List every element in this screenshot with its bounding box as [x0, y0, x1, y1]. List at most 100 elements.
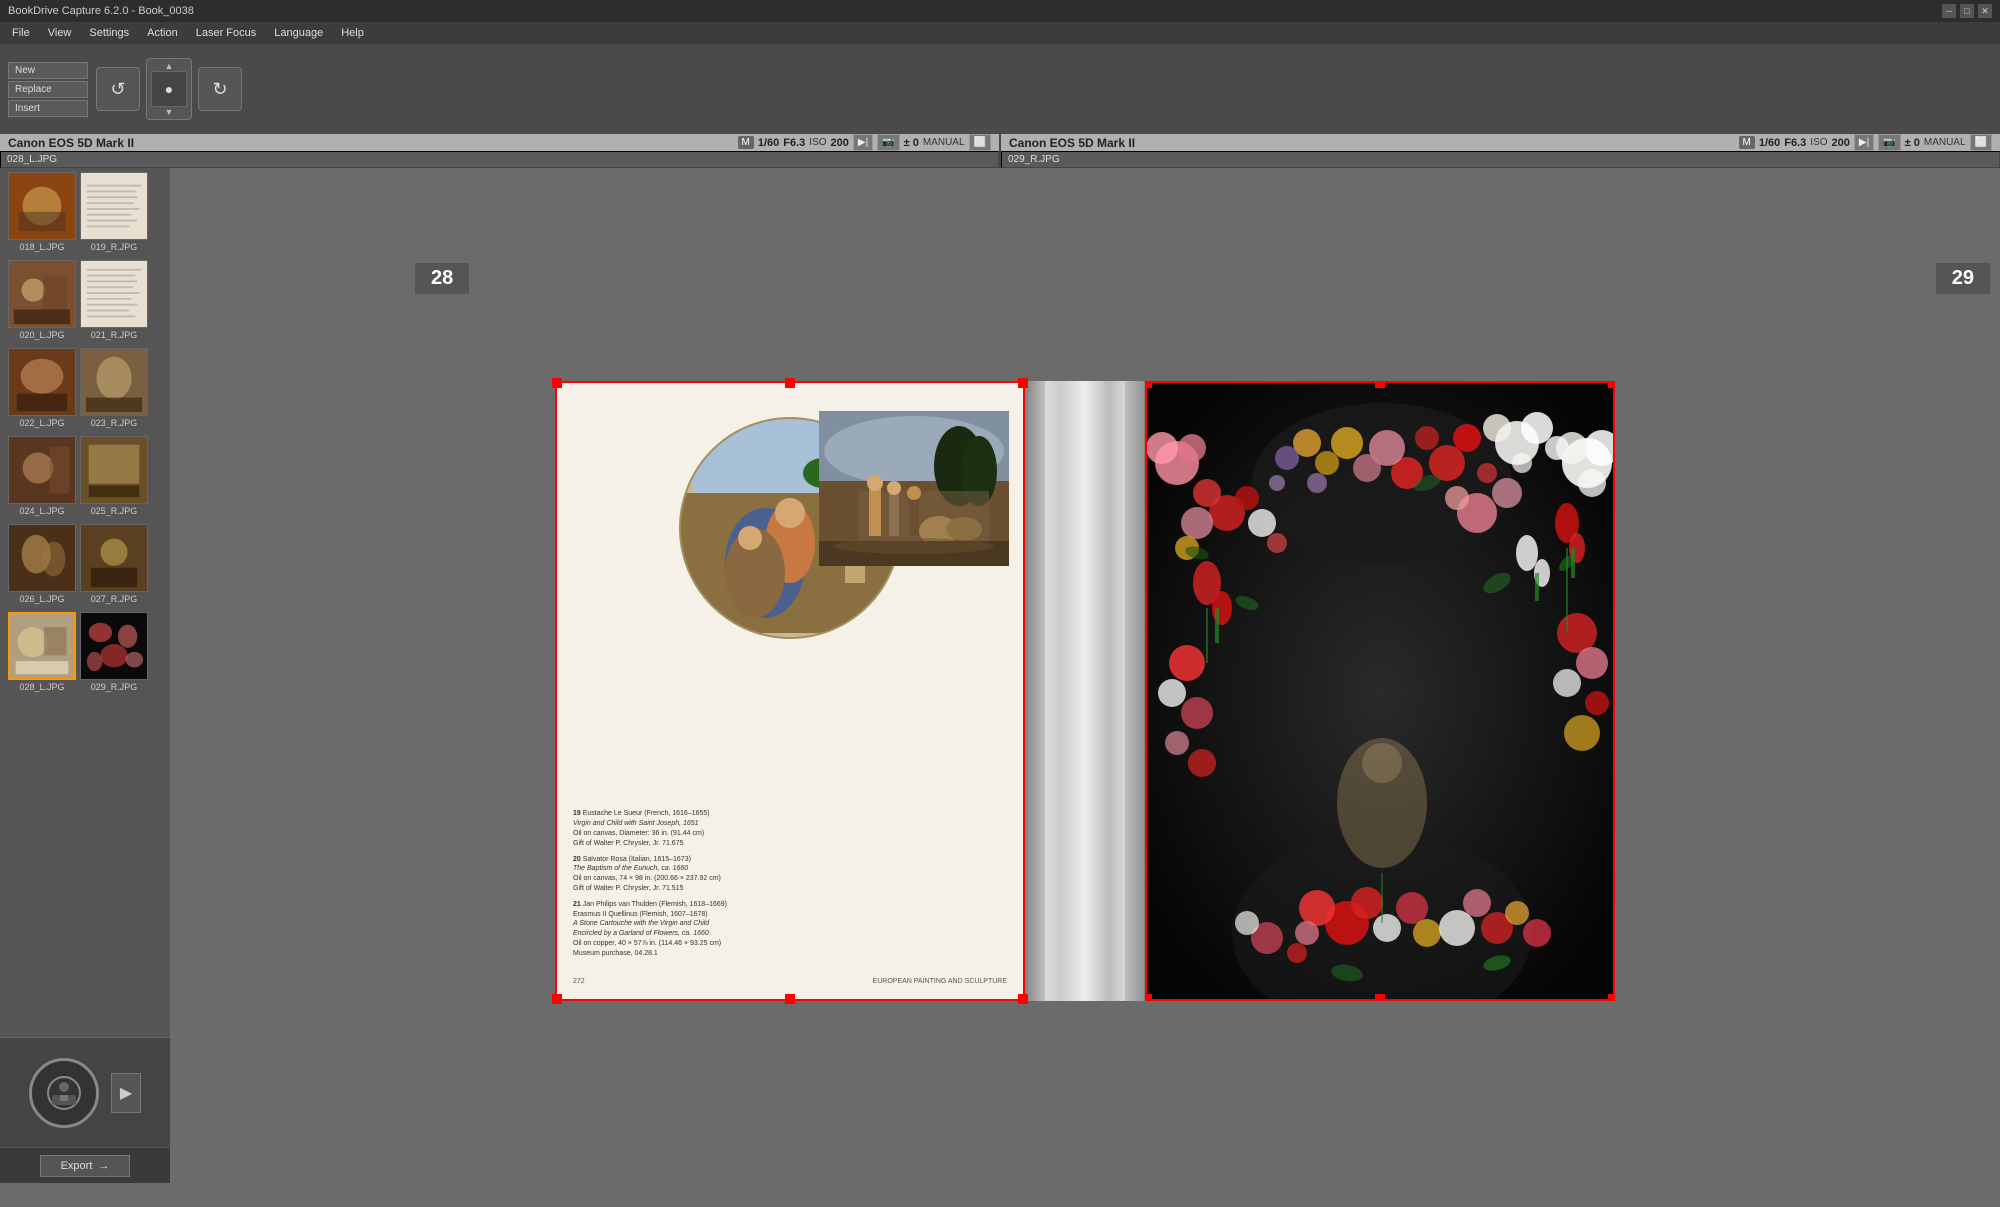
camera-right-shutter: 1/60	[1759, 137, 1780, 149]
camera-right-capture-btn[interactable]: 📷	[1878, 134, 1900, 151]
camera-right-video-btn[interactable]: ▶|	[1854, 134, 1874, 151]
camera-right-manual: MANUAL	[1924, 137, 1966, 148]
insert-button[interactable]: Insert	[8, 100, 88, 117]
thumb-label-028L: 028_L.JPG	[19, 682, 64, 692]
thumb-label-022L: 022_L.JPG	[19, 418, 64, 428]
corner-handle-br[interactable]	[1018, 994, 1028, 1004]
minimize-button[interactable]: ─	[1942, 4, 1956, 18]
menu-file[interactable]: File	[4, 25, 38, 41]
title-bar: BookDrive Capture 6.2.0 - Book_0038 ─ □ …	[0, 0, 2000, 22]
menu-laser-focus[interactable]: Laser Focus	[188, 25, 265, 41]
thumb-018L[interactable]: 018_L.JPG	[8, 172, 76, 252]
camera-left-header: Canon EOS 5D Mark II M 1/60 F6.3 ISO 200…	[0, 134, 999, 151]
thumbnail-scroll[interactable]: 018_L.JPG	[0, 168, 170, 1037]
new-button[interactable]: New	[8, 62, 88, 79]
thumb-019R[interactable]: 019_R.JPG	[80, 172, 148, 252]
menu-action[interactable]: Action	[139, 25, 186, 41]
thumb-row-4: 024_L.JPG 025_R.JPG	[0, 432, 170, 520]
camera-left-settings-btn[interactable]: ⬜	[969, 134, 991, 151]
cameras-row: Canon EOS 5D Mark II M 1/60 F6.3 ISO 200…	[0, 134, 2000, 168]
capture-adjust: ▲ ● ▼	[146, 58, 192, 120]
sidebar-bottom-controls: ▶	[0, 1037, 170, 1147]
thumb-img-028L	[8, 612, 76, 680]
toolbar: New Replace Insert ↺ ▲ ● ▼ ↻	[0, 44, 2000, 134]
toolbar-actions: New Replace Insert	[8, 62, 88, 117]
left-page-content: 19 Eustache Le Sueur (French, 1616–1655)…	[557, 383, 1023, 669]
camera-right-section: Canon EOS 5D Mark II M 1/60 F6.3 ISO 200…	[1001, 134, 2000, 168]
camera-left-shutter: 1/60	[758, 137, 779, 149]
thumb-label-023R: 023_R.JPG	[91, 418, 138, 428]
corner-handle-bl[interactable]	[552, 994, 562, 1004]
caption-area: 19 Eustache Le Sueur (French, 1616–1655)…	[573, 809, 1007, 958]
thumb-img-024L	[8, 436, 76, 504]
export-button[interactable]: Export →	[40, 1155, 131, 1177]
menu-help[interactable]: Help	[333, 25, 372, 41]
thumb-028L[interactable]: 028_L.JPG	[8, 612, 76, 692]
corner-handle-tl[interactable]	[552, 378, 562, 388]
play-button[interactable]: ▶	[111, 1073, 141, 1113]
corner-handle-r-tc[interactable]	[1375, 381, 1385, 388]
close-button[interactable]: ✕	[1978, 4, 1992, 18]
rotate-left-button[interactable]: ↺	[96, 67, 140, 111]
camera-left-iso-label: ISO	[809, 137, 826, 148]
menu-language[interactable]: Language	[266, 25, 331, 41]
thumb-label-018L: 018_L.JPG	[19, 242, 64, 252]
thumb-029R[interactable]: 029_R.JPG	[80, 612, 148, 692]
page-footer-left: 272 EUROPEAN PAINTING AND SCULPTURE	[573, 978, 1007, 985]
thumb-021R[interactable]: 021_R.JPG	[80, 260, 148, 340]
corner-handle-tr[interactable]	[1018, 378, 1028, 388]
thumb-img-020L	[8, 260, 76, 328]
camera-right-settings-btn[interactable]: ⬜	[1970, 134, 1992, 151]
thumb-row-5: 026_L.JPG 027_R.JPG	[0, 520, 170, 608]
book-spine	[1025, 381, 1145, 1001]
main-capture-button[interactable]	[29, 1058, 99, 1128]
sidebar: 018_L.JPG	[0, 168, 170, 1183]
thumb-label-027R: 027_R.JPG	[91, 594, 138, 604]
page-number-left: 28	[415, 263, 469, 294]
menu-settings[interactable]: Settings	[81, 25, 137, 41]
camera-controls: ↺ ▲ ● ▼ ↻	[96, 58, 242, 120]
thumb-022L[interactable]: 022_L.JPG	[8, 348, 76, 428]
camera-right-header: Canon EOS 5D Mark II M 1/60 F6.3 ISO 200…	[1001, 134, 2000, 151]
thumb-026L[interactable]: 026_L.JPG	[8, 524, 76, 604]
camera-right-m: M	[1739, 136, 1755, 149]
thumb-label-021R: 021_R.JPG	[91, 330, 138, 340]
thumb-img-029R	[80, 612, 148, 680]
camera-left-filepath: 028_L.JPG	[0, 151, 999, 168]
thumb-img-026L	[8, 524, 76, 592]
replace-button[interactable]: Replace	[8, 81, 88, 98]
thumb-img-022L	[8, 348, 76, 416]
camera-left-manual: MANUAL	[923, 137, 965, 148]
thumb-024L[interactable]: 024_L.JPG	[8, 436, 76, 516]
thumb-label-026L: 026_L.JPG	[19, 594, 64, 604]
thumb-027R[interactable]: 027_R.JPG	[80, 524, 148, 604]
left-page: 19 Eustache Le Sueur (French, 1616–1655)…	[555, 381, 1025, 1001]
export-bar: Export →	[0, 1147, 170, 1183]
thumb-025R[interactable]: 025_R.JPG	[80, 436, 148, 516]
capture-button[interactable]: ●	[151, 71, 187, 107]
camera-left-stats: M 1/60 F6.3 ISO 200 ▶| 📷 ± 0 MANUAL ⬜	[738, 134, 991, 151]
camera-right-name: Canon EOS 5D Mark II	[1009, 136, 1135, 150]
main-layout: 018_L.JPG	[0, 168, 2000, 1183]
corner-handle-r-tl[interactable]	[1145, 381, 1152, 388]
menu-view[interactable]: View	[40, 25, 80, 41]
camera-left-section: Canon EOS 5D Mark II M 1/60 F6.3 ISO 200…	[0, 134, 1001, 168]
rotate-right-button[interactable]: ↻	[198, 67, 242, 111]
camera-left-video-btn[interactable]: ▶|	[853, 134, 873, 151]
maximize-button[interactable]: □	[1960, 4, 1974, 18]
thumb-row-2: 020_L.JPG	[0, 256, 170, 344]
camera-right-iso-value: 200	[1832, 137, 1850, 149]
camera-right-stats: M 1/60 F6.3 ISO 200 ▶| 📷 ± 0 MANUAL ⬜	[1739, 134, 1992, 151]
thumb-row-3: 022_L.JPG 023_R.JPG	[0, 344, 170, 432]
thumb-020L[interactable]: 020_L.JPG	[8, 260, 76, 340]
camera-left-iso-value: 200	[831, 137, 849, 149]
title-bar-title: BookDrive Capture 6.2.0 - Book_0038	[8, 5, 194, 17]
corner-handle-bc[interactable]	[785, 994, 795, 1004]
camera-left-capture-btn[interactable]: 📷	[877, 134, 899, 151]
thumb-img-023R	[80, 348, 148, 416]
thumb-023R[interactable]: 023_R.JPG	[80, 348, 148, 428]
corner-handle-tc[interactable]	[785, 378, 795, 388]
camera-right-filepath: 029_R.JPG	[1001, 151, 2000, 168]
content-area: 28 29	[170, 168, 2000, 1183]
page-number-right: 29	[1936, 263, 1990, 294]
